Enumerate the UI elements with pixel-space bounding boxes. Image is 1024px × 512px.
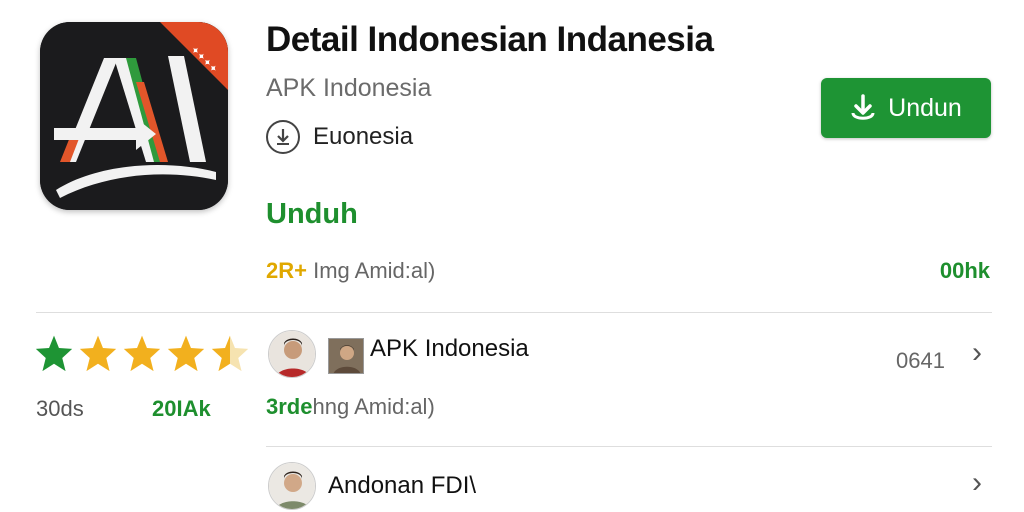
download-circle-icon xyxy=(266,120,300,154)
rating-stars xyxy=(34,334,254,372)
list-item[interactable]: Andonan FDI\ › xyxy=(266,456,994,512)
sub-meta-highlight: 3rde xyxy=(266,394,313,419)
star-icon xyxy=(123,335,161,372)
meta-row: 2R+ Img Amid:al) xyxy=(266,258,435,284)
divider xyxy=(266,446,992,447)
rating-count: 30ds xyxy=(36,396,84,421)
install-button-label: Undun xyxy=(888,93,962,122)
list-item-label: APK Indonesia xyxy=(370,335,529,362)
meta-right-value: 00hk xyxy=(939,258,990,283)
person-avatar xyxy=(268,330,316,378)
download-icon xyxy=(851,94,875,120)
unduh-link[interactable]: Unduh xyxy=(266,198,358,231)
person-avatar xyxy=(268,462,316,510)
list-item-label: Andonan FDI\ xyxy=(328,472,477,499)
app-icon: ✦✦✦✦ xyxy=(40,22,228,210)
category-row[interactable]: Euonesia xyxy=(266,120,413,154)
star-icon xyxy=(79,335,117,372)
star-icon xyxy=(35,335,73,372)
app-title: Detail Indonesian Indanesia xyxy=(266,20,714,59)
chevron-right-icon: › xyxy=(972,336,982,369)
meta-text: Img Amid:al) xyxy=(306,258,436,283)
person-thumbnail xyxy=(328,338,364,374)
sub-meta-row: 3rdehng Amid:al) xyxy=(266,394,435,420)
sub-meta-text: hng Amid:al) xyxy=(312,394,435,419)
half-star-icon xyxy=(211,335,249,372)
install-button[interactable]: Undun xyxy=(821,78,991,138)
list-item[interactable]: APK Indonesia 0641 › xyxy=(266,326,994,382)
star-icon xyxy=(167,335,205,372)
list-item-count: 0641 xyxy=(896,348,945,373)
rating-size: 20IAk xyxy=(152,396,211,421)
category-label: Euonesia xyxy=(313,123,414,150)
chevron-right-icon: › xyxy=(972,466,982,499)
publisher-link[interactable]: APK Indonesia xyxy=(266,74,431,103)
meta-highlight: 2R+ xyxy=(266,258,307,283)
divider xyxy=(36,312,992,313)
ai-logo-icon: ✦✦✦✦ xyxy=(40,22,228,210)
